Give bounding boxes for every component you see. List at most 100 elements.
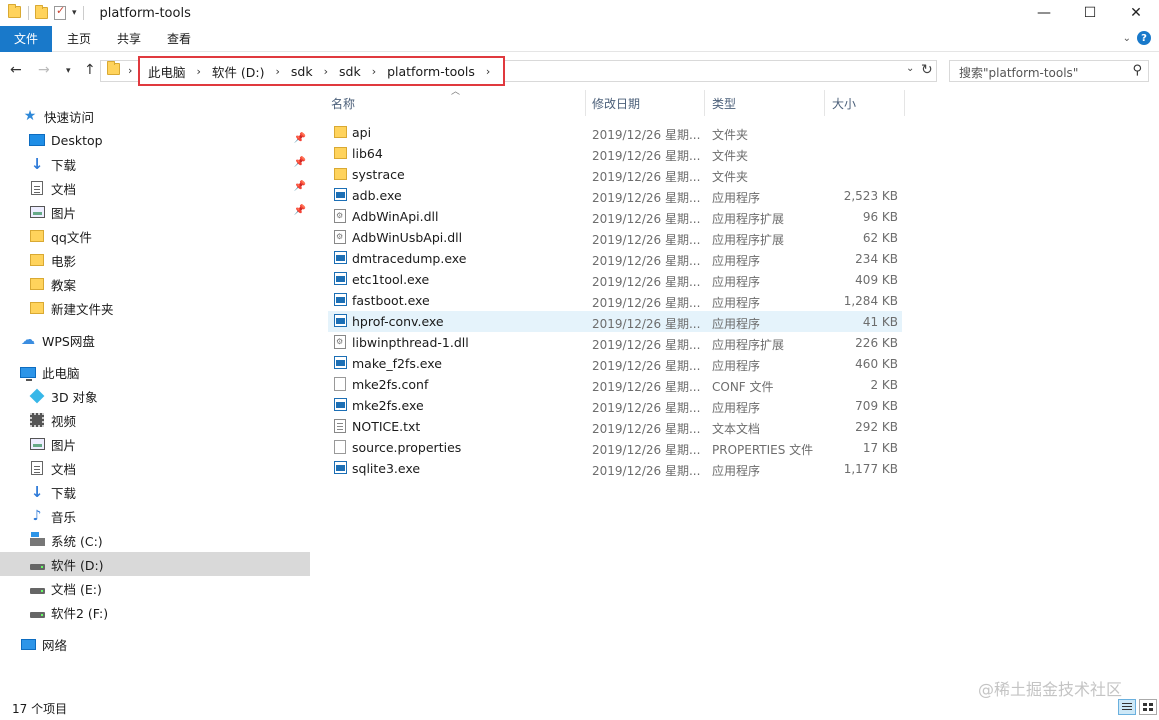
- file-row[interactable]: hprof-conv.exe 2019/12/26 星期... 应用程序 41 KB: [328, 311, 902, 332]
- network-icon: [20, 637, 36, 651]
- up-arrow-icon[interactable]: ↑: [84, 62, 96, 78]
- column-header-type[interactable]: 类型: [712, 90, 824, 116]
- sidebar-item-desktop[interactable]: Desktop 📌: [0, 128, 310, 152]
- pin-icon[interactable]: 📌: [294, 157, 306, 168]
- sidebar-item-this-pc[interactable]: 此电脑: [0, 360, 310, 384]
- column-divider[interactable]: [824, 90, 825, 116]
- column-divider[interactable]: [904, 90, 905, 116]
- tab-share[interactable]: 共享: [104, 26, 154, 52]
- sidebar-item-quick-access[interactable]: ★ 快速访问: [0, 104, 310, 128]
- quick-access-properties-icon[interactable]: [54, 4, 66, 20]
- file-row[interactable]: api 2019/12/26 星期... 文件夹: [328, 122, 902, 143]
- sidebar-item-network[interactable]: 网络: [0, 632, 310, 656]
- exe-icon: [334, 188, 347, 201]
- sidebar-item-movies[interactable]: 电影: [0, 248, 310, 272]
- breadcrumb-chevron-icon[interactable]: ›: [363, 65, 385, 78]
- tab-view[interactable]: 查看: [154, 26, 204, 52]
- breadcrumb-platform-tools[interactable]: platform-tools: [385, 64, 477, 79]
- sidebar-item-label: qq文件: [51, 229, 92, 245]
- file-row[interactable]: fastboot.exe 2019/12/26 星期... 应用程序 1,284 KB: [328, 290, 902, 311]
- file-row[interactable]: mke2fs.conf 2019/12/26 星期... CONF 文件 2 KB: [328, 374, 902, 395]
- breadcrumb-sdk-inner[interactable]: sdk: [337, 64, 363, 79]
- address-history-chevron-icon[interactable]: ⌄: [906, 63, 914, 74]
- folder-icon: [334, 146, 347, 159]
- file-type: 文件夹: [712, 128, 749, 142]
- file-icon: [334, 377, 346, 391]
- search-input[interactable]: 搜索"platform-tools" ⚲: [949, 60, 1149, 82]
- column-header-date[interactable]: 修改日期: [592, 90, 704, 116]
- file-type: PROPERTIES 文件: [712, 443, 814, 457]
- forward-arrow-icon[interactable]: →: [38, 62, 50, 78]
- breadcrumb-this-pc[interactable]: 此电脑: [146, 62, 188, 81]
- breadcrumb-drive-d[interactable]: 软件 (D:): [210, 62, 267, 81]
- large-icons-view-icon[interactable]: [1139, 699, 1157, 715]
- pin-icon[interactable]: 📌: [294, 181, 306, 192]
- sidebar-item-label: 软件2 (F:): [51, 605, 109, 621]
- breadcrumb-chevron-icon[interactable]: ›: [315, 65, 337, 78]
- file-row[interactable]: adb.exe 2019/12/26 星期... 应用程序 2,523 KB: [328, 185, 902, 206]
- file-row[interactable]: AdbWinApi.dll 2019/12/26 星期... 应用程序扩展 96 KB: [328, 206, 902, 227]
- file-row[interactable]: etc1tool.exe 2019/12/26 星期... 应用程序 409 KB: [328, 269, 902, 290]
- breadcrumb-chevron-icon[interactable]: ›: [188, 65, 210, 78]
- breadcrumb-sdk[interactable]: sdk: [289, 64, 315, 79]
- column-header-name[interactable]: 名称: [331, 90, 585, 116]
- file-row[interactable]: libwinpthread-1.dll 2019/12/26 星期... 应用程序扩…: [328, 332, 902, 353]
- sidebar-item-drive-e[interactable]: 文档 (E:): [0, 576, 310, 600]
- breadcrumb-chevron-icon[interactable]: ›: [477, 65, 499, 78]
- details-view-icon[interactable]: [1118, 699, 1136, 715]
- ribbon-tabs: 文件 主页 共享 查看 ⌄ ?: [0, 25, 1159, 52]
- sidebar-item-pc-pictures[interactable]: 图片: [0, 432, 310, 456]
- file-row[interactable]: systrace 2019/12/26 星期... 文件夹: [328, 164, 902, 185]
- sidebar-item-wps-cloud[interactable]: ☁ WPS网盘: [0, 328, 310, 352]
- recent-locations-chevron-icon[interactable]: ▾: [66, 66, 71, 76]
- file-row[interactable]: lib64 2019/12/26 星期... 文件夹: [328, 143, 902, 164]
- sidebar-item-drive-c[interactable]: 系统 (C:): [0, 528, 310, 552]
- sidebar-item-documents[interactable]: 文档 📌: [0, 176, 310, 200]
- picture-icon: [29, 205, 45, 219]
- column-divider[interactable]: [704, 90, 705, 116]
- sidebar-item-pc-downloads[interactable]: ↓ 下载: [0, 480, 310, 504]
- tab-home[interactable]: 主页: [54, 26, 104, 52]
- sidebar-item-music[interactable]: ♪ 音乐: [0, 504, 310, 528]
- file-size: 234 KB: [855, 252, 898, 266]
- refresh-icon[interactable]: ↻: [921, 62, 933, 78]
- maximize-button[interactable]: ☐: [1067, 0, 1113, 26]
- search-icon[interactable]: ⚲: [1132, 63, 1142, 78]
- close-button[interactable]: ✕: [1113, 0, 1159, 26]
- document-icon: [29, 181, 45, 195]
- minimize-button[interactable]: —: [1021, 0, 1067, 26]
- sidebar-item-qq-files[interactable]: qq文件: [0, 224, 310, 248]
- file-row[interactable]: dmtracedump.exe 2019/12/26 星期... 应用程序 234 K…: [328, 248, 902, 269]
- drive-icon: [29, 605, 45, 619]
- address-chevron-icon[interactable]: ›: [128, 64, 132, 77]
- column-divider[interactable]: [585, 90, 586, 116]
- pin-icon[interactable]: 📌: [294, 133, 306, 144]
- sidebar-item-3d-objects[interactable]: 3D 对象: [0, 384, 310, 408]
- file-row[interactable]: sqlite3.exe 2019/12/26 星期... 应用程序 1,177 KB: [328, 458, 902, 479]
- file-row[interactable]: mke2fs.exe 2019/12/26 星期... 应用程序 709 KB: [328, 395, 902, 416]
- expand-ribbon-chevron-icon[interactable]: ⌄: [1123, 33, 1131, 44]
- tab-file[interactable]: 文件: [0, 25, 52, 52]
- music-icon: ♪: [32, 508, 42, 524]
- pin-icon[interactable]: 📌: [294, 205, 306, 216]
- sidebar-item-videos[interactable]: 视频: [0, 408, 310, 432]
- quick-access-customize-chevron-icon[interactable]: ▾: [72, 8, 77, 18]
- file-row[interactable]: NOTICE.txt 2019/12/26 星期... 文本文档 292 KB: [328, 416, 902, 437]
- file-row[interactable]: make_f2fs.exe 2019/12/26 星期... 应用程序 460 KB: [328, 353, 902, 374]
- sidebar-item-drive-f[interactable]: 软件2 (F:): [0, 600, 310, 624]
- sidebar-item-downloads[interactable]: ↓ 下载 📌: [0, 152, 310, 176]
- sidebar-item-label: WPS网盘: [42, 333, 95, 349]
- sidebar-item-drive-d[interactable]: 软件 (D:): [0, 552, 310, 576]
- sidebar-item-pictures[interactable]: 图片 📌: [0, 200, 310, 224]
- back-arrow-icon[interactable]: ←: [10, 62, 22, 78]
- column-header-size[interactable]: 大小: [832, 90, 904, 116]
- help-icon[interactable]: ?: [1137, 31, 1151, 45]
- sidebar-item-pc-documents[interactable]: 文档: [0, 456, 310, 480]
- sidebar-item-lesson-plans[interactable]: 教案: [0, 272, 310, 296]
- breadcrumb-chevron-icon[interactable]: ›: [267, 65, 289, 78]
- quick-access-new-folder-icon[interactable]: [35, 5, 48, 19]
- sidebar-item-new-folder[interactable]: 新建文件夹: [0, 296, 310, 320]
- file-date: 2019/12/26 星期...: [592, 275, 701, 289]
- file-row[interactable]: AdbWinUsbApi.dll 2019/12/26 星期... 应用程序扩展 62…: [328, 227, 902, 248]
- file-row[interactable]: source.properties 2019/12/26 星期... PROPERT…: [328, 437, 902, 458]
